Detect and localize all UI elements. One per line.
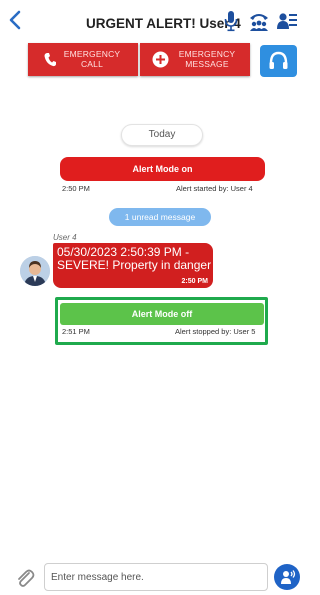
headset-icon xyxy=(269,51,288,69)
headset-button[interactable] xyxy=(260,45,297,77)
emergency-call-button[interactable]: EMERGENCY CALL xyxy=(28,43,138,76)
emergency-call-line1: EMERGENCY xyxy=(63,49,121,59)
emergency-message-line1: EMERGENCY xyxy=(178,49,236,59)
message-sender: User 4 xyxy=(53,233,77,242)
voice-assistant-button[interactable] xyxy=(274,564,300,590)
voice-assistant-icon xyxy=(281,570,296,584)
emergency-call-line2: CALL xyxy=(80,59,104,69)
message-time: 2:50 PM xyxy=(181,278,208,285)
alert-mode-on-banner: Alert Mode on xyxy=(60,157,265,181)
date-divider: Today xyxy=(121,124,203,146)
alert-mode-off-banner: Alert Mode off xyxy=(60,303,264,325)
back-arrow-icon[interactable] xyxy=(6,9,26,31)
participants-icon[interactable] xyxy=(276,10,298,32)
emergency-message-line2: MESSAGE xyxy=(185,59,229,69)
add-message-icon xyxy=(152,51,169,68)
alert-off-status: Alert stopped by: User 5 xyxy=(175,327,256,336)
group-call-icon[interactable] xyxy=(248,10,270,32)
alert-off-time: 2:51 PM xyxy=(62,327,90,336)
microphone-icon[interactable] xyxy=(224,10,238,32)
message-input[interactable] xyxy=(44,563,268,591)
emergency-actions: EMERGENCY CALL EMERGENCY MESSAGE xyxy=(0,43,302,79)
alert-on-status: Alert started by: User 4 xyxy=(176,184,253,193)
unread-badge[interactable]: 1 unread message xyxy=(109,208,211,226)
phone-icon xyxy=(44,53,56,67)
paperclip-icon[interactable] xyxy=(14,567,36,589)
chat-header: URGENT ALERT! User 4 xyxy=(0,0,302,44)
message-composer xyxy=(0,560,302,595)
alert-on-time: 2:50 PM xyxy=(62,184,90,193)
chat-title: URGENT ALERT! User 4 xyxy=(86,16,241,31)
avatar[interactable] xyxy=(20,256,50,286)
alert-message-bubble[interactable]: 05/30/2023 2:50:39 PM - SEVERE! Property… xyxy=(53,243,213,288)
message-text: 05/30/2023 2:50:39 PM - SEVERE! Property… xyxy=(57,245,212,272)
user-avatar-icon xyxy=(20,256,50,286)
emergency-message-button[interactable]: EMERGENCY MESSAGE xyxy=(140,43,250,76)
